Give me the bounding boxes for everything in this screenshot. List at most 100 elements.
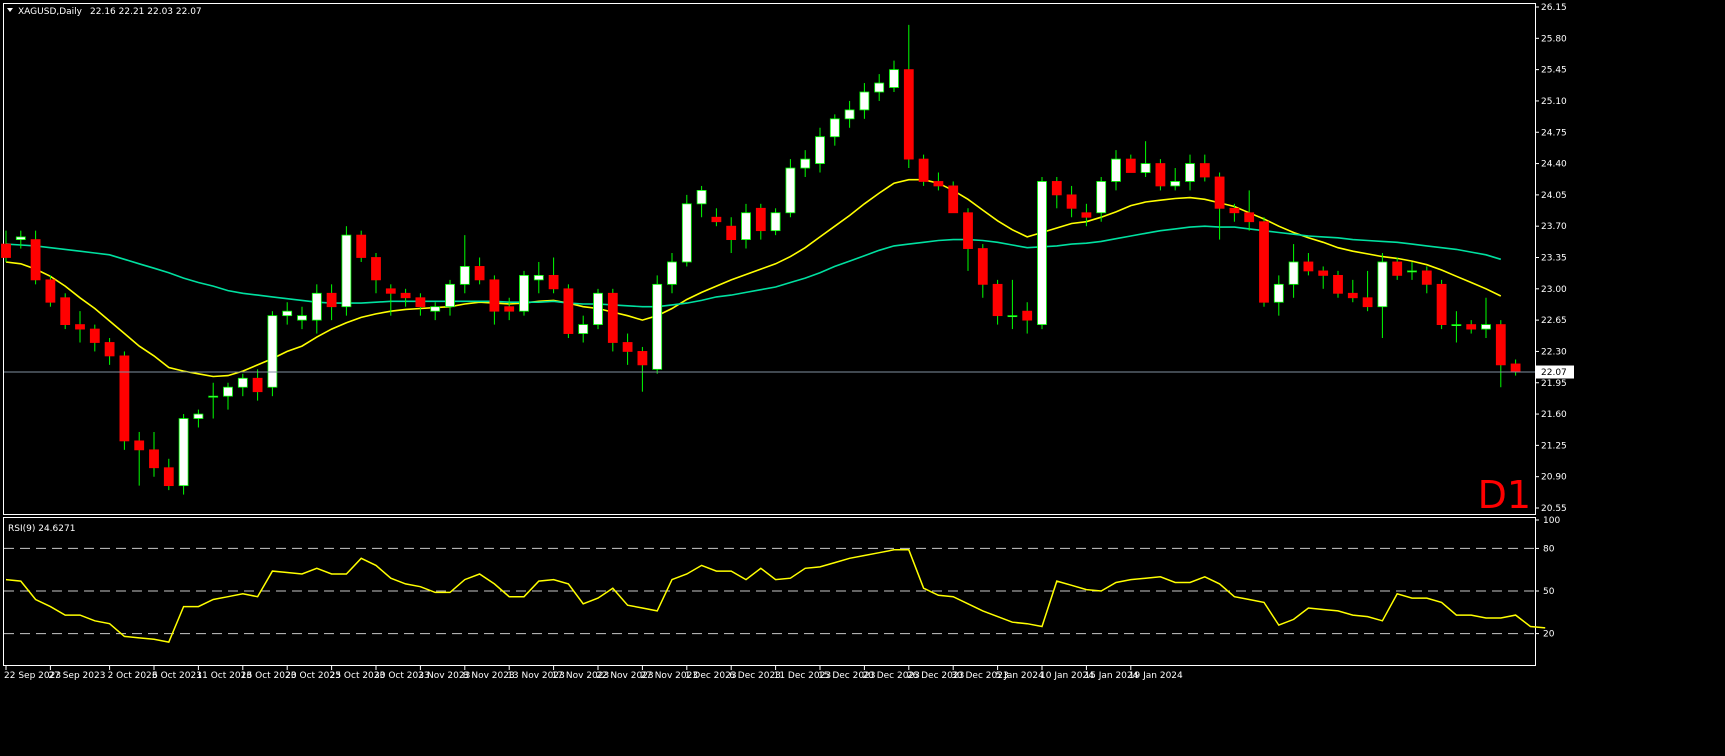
bull-candle-body <box>815 136 825 164</box>
candle <box>681 194 692 267</box>
bull-candle-body <box>770 212 781 232</box>
candle <box>1436 279 1447 330</box>
bull-candle-body <box>1407 270 1417 273</box>
price-tick-label: 22.65 <box>1541 316 1567 326</box>
bull-candle-body <box>237 377 248 388</box>
candle <box>60 293 71 330</box>
bear-candle-body <box>563 288 574 334</box>
bear-candle-body <box>104 342 115 357</box>
bull-candle-body <box>696 190 707 205</box>
bear-candle-body <box>149 449 159 469</box>
price-tick-label: 26.15 <box>1541 3 1567 13</box>
bull-candle-body <box>1451 324 1462 326</box>
bull-candle-body <box>15 236 26 241</box>
price-tick-label: 22.30 <box>1541 347 1567 357</box>
candle <box>785 159 796 218</box>
bear-candle-body <box>385 288 396 294</box>
candle <box>652 275 663 374</box>
bear-candle-body <box>252 377 263 393</box>
price-tick-label: 21.60 <box>1541 410 1567 420</box>
bear-candle-body <box>1318 270 1329 276</box>
candle <box>341 226 352 316</box>
trading-chart[interactable]: 26.15 25.80 25.45 25.10 24.75 24.40 24.05 23.70… <box>0 0 1725 756</box>
bull-candle-body <box>341 234 352 308</box>
bull-candle-body <box>1273 283 1284 303</box>
bull-candle-body <box>1481 324 1491 330</box>
bull-candle-body <box>178 418 189 487</box>
bull-candle-body <box>859 91 870 111</box>
bear-candle-body <box>1199 163 1210 178</box>
timeframe-label: D1 <box>1478 473 1531 517</box>
bull-candle-body <box>844 109 855 120</box>
bear-candle-body <box>1347 292 1358 299</box>
bull-candle-body <box>297 315 307 321</box>
bear-candle-body <box>1362 297 1373 308</box>
bear-candle-body <box>1081 212 1092 218</box>
bear-candle-body <box>607 292 618 343</box>
candle <box>607 288 618 352</box>
bear-candle-body <box>1244 212 1255 223</box>
bull-candle-body <box>430 306 441 312</box>
candle <box>119 351 130 450</box>
bear-candle-body <box>1303 261 1314 272</box>
bull-candle-body <box>681 203 692 263</box>
current-price-label: 22.07 <box>1541 368 1567 378</box>
bear-candle-body <box>474 266 485 281</box>
bear-candle-body <box>711 216 722 223</box>
bear-candle-body <box>1421 270 1432 285</box>
bull-candle-body <box>267 315 278 388</box>
bull-candle-body <box>1037 181 1047 325</box>
price-tick-label: 25.10 <box>1541 97 1567 107</box>
bull-candle-body <box>459 266 470 285</box>
rsi-tick-label: 20 <box>1543 630 1555 640</box>
bear-candle-body <box>1066 194 1077 209</box>
bear-candle-body <box>918 158 929 182</box>
bear-candle-body <box>30 239 41 281</box>
bear-candle-body <box>1214 176 1225 209</box>
candle <box>563 284 574 339</box>
candle <box>948 181 959 214</box>
bear-candle-body <box>977 248 988 285</box>
candle <box>1259 217 1269 307</box>
symbol-header: XAGUSD,Daily 22.16 22.21 22.03 22.07 <box>7 7 202 17</box>
bear-candle-body <box>1155 163 1166 187</box>
bull-candle-body <box>1140 163 1151 173</box>
bear-candle-body <box>637 351 648 366</box>
bear-candle-body <box>1022 310 1033 321</box>
bear-candle-body <box>1229 207 1240 214</box>
bear-candle-body <box>415 297 426 308</box>
symbol-name: XAGUSD,Daily <box>18 7 83 17</box>
bull-candle-body <box>800 158 811 169</box>
current-price-tag: 22.07 <box>1536 365 1574 379</box>
candle <box>593 288 603 330</box>
bear-candle-body <box>992 283 1003 317</box>
bear-candle-body <box>489 279 500 312</box>
bull-candle-body <box>652 283 663 370</box>
bear-candle-body <box>504 306 515 312</box>
time-tick-label: 5 Jan 2024 <box>996 671 1044 681</box>
bull-candle-body <box>1377 261 1388 308</box>
bull-candle-body <box>1185 163 1195 182</box>
bull-candle-body <box>741 212 751 241</box>
bull-candle-body <box>1170 181 1181 187</box>
bull-candle-body <box>533 274 544 281</box>
bear-candle-body <box>45 279 56 303</box>
price-tick-label: 20.90 <box>1541 473 1567 483</box>
candle <box>519 270 529 316</box>
price-tick-label: 25.80 <box>1541 34 1567 44</box>
candle <box>178 414 189 495</box>
bull-candle-body <box>889 69 899 88</box>
bear-candle-body <box>1259 221 1269 303</box>
bull-candle-body <box>282 310 293 317</box>
bear-candle-body <box>963 212 973 249</box>
bull-candle-body <box>208 395 219 398</box>
price-tick-label: 24.40 <box>1541 160 1567 170</box>
bull-candle-body <box>785 167 796 214</box>
candle <box>918 154 929 186</box>
time-tick-label: 2 Oct 2023 <box>108 671 158 681</box>
bull-candle-body <box>445 283 455 308</box>
bull-candle-body <box>593 292 603 325</box>
bear-candle-body <box>1495 324 1506 366</box>
candle <box>356 230 367 262</box>
bear-candle-body <box>948 185 959 214</box>
